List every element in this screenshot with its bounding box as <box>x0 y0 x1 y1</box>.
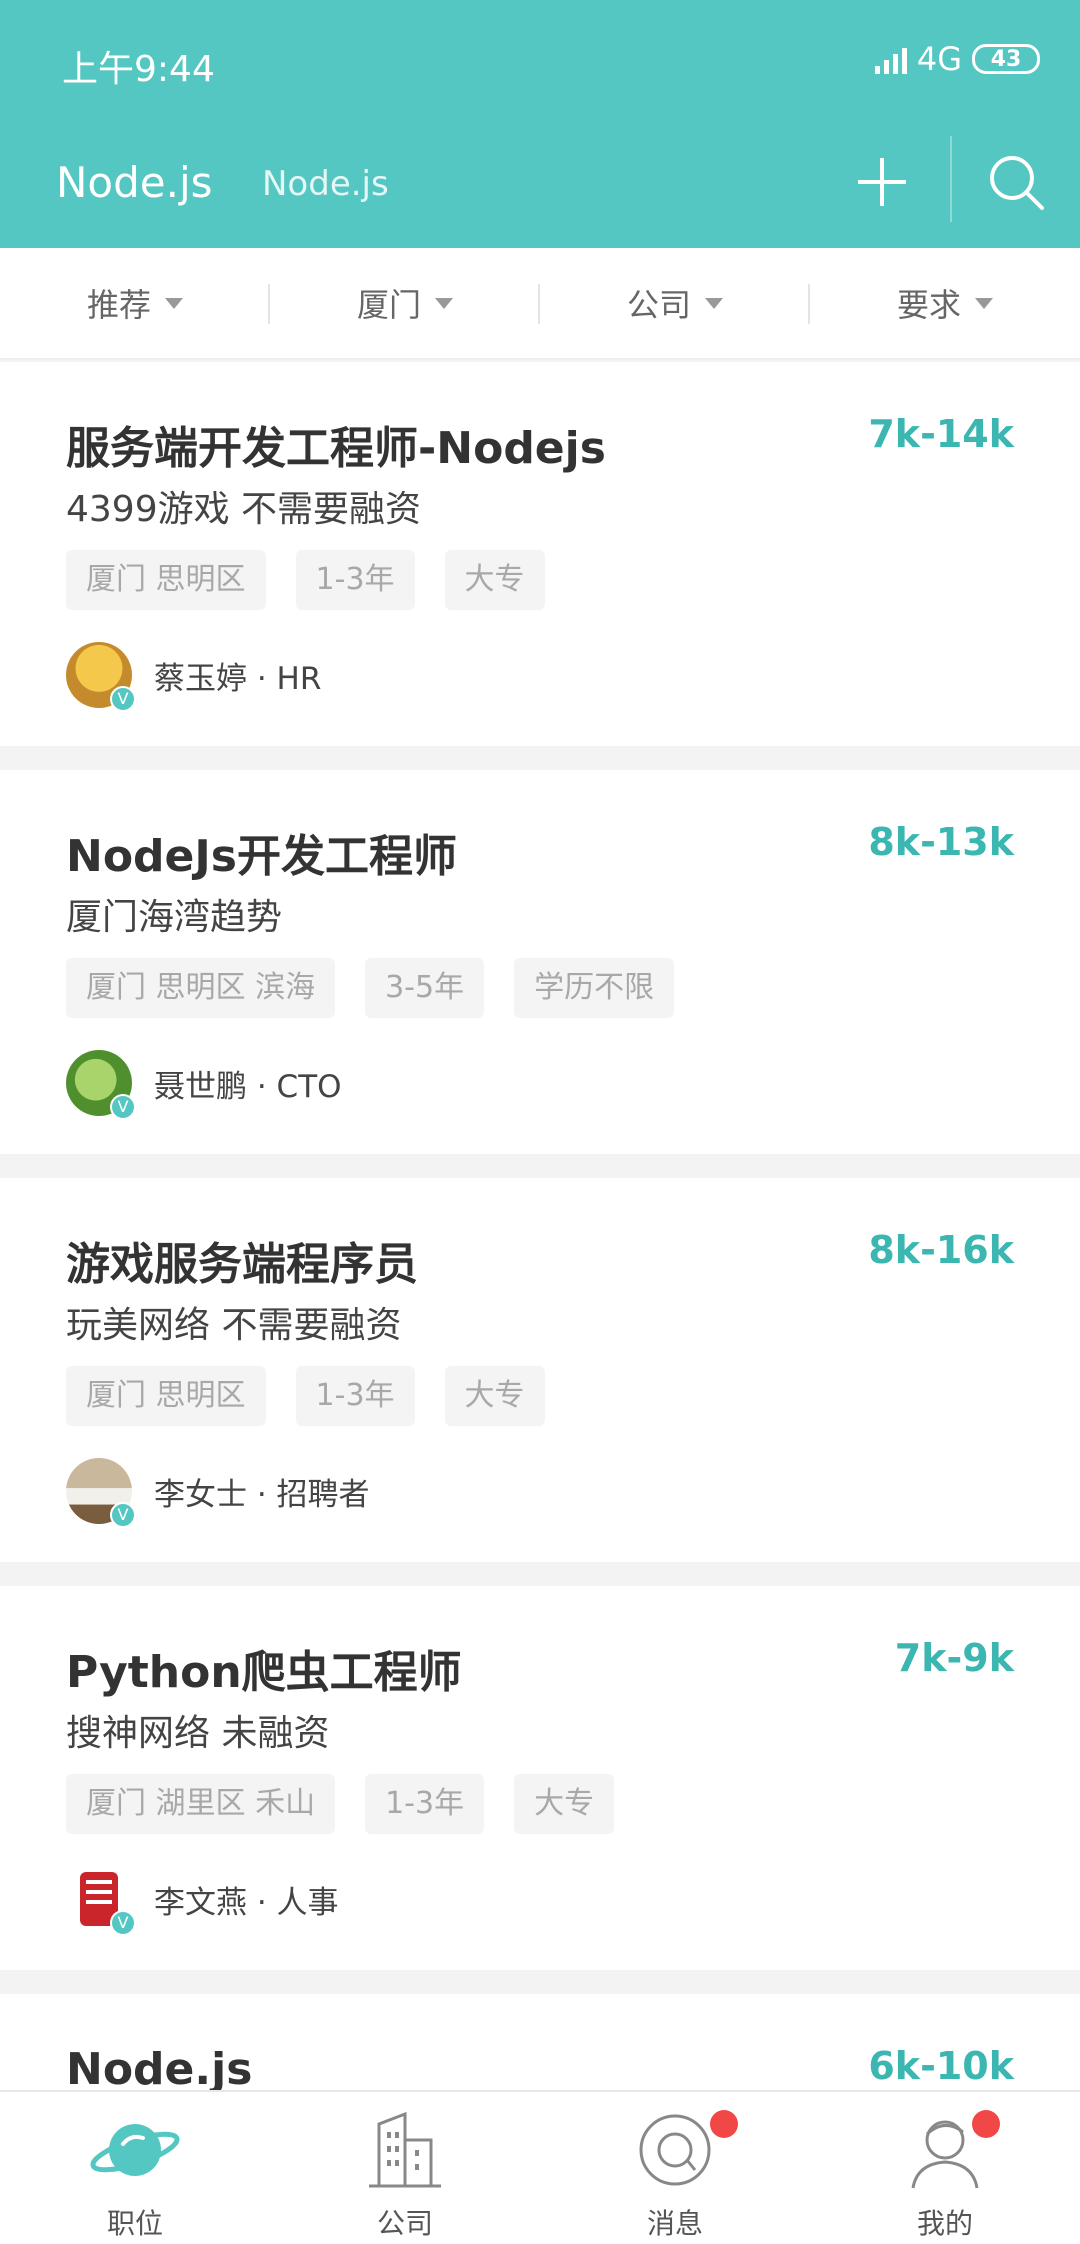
nav-messages[interactable]: 消息 <box>540 2092 810 2244</box>
caret-down-icon <box>165 297 183 309</box>
job-tags: 厦门 思明区 1-3年 大专 <box>66 1366 545 1426</box>
recruiter: V 蔡玉婷 · HR <box>66 642 322 712</box>
avatar: V <box>66 1458 136 1528</box>
status-bar-right: 4G 43 <box>874 40 1040 78</box>
recruiter-name: 李女士 · 招聘者 <box>154 1476 370 1513</box>
search-icon[interactable] <box>984 150 1048 214</box>
chat-icon <box>639 2114 711 2186</box>
app-header: 上午9:44 4G 43 Node.js Node.js <box>0 0 1080 248</box>
tag-education: 大专 <box>444 1366 545 1426</box>
nav-profile[interactable]: 我的 <box>810 2092 1080 2244</box>
tag-experience: 1-3年 <box>295 1366 415 1426</box>
company-info: 玩美网络 不需要融资 <box>66 1305 402 1346</box>
title-row: Node.js Node.js <box>0 136 1080 230</box>
job-card[interactable]: NodeJs开发工程师 8k-13k 厦门海湾趋势 厦门 思明区 滨海 3-5年… <box>0 770 1080 1154</box>
battery-level: 43 <box>990 46 1022 72</box>
job-title: 游戏服务端程序员 <box>66 1239 418 1290</box>
bottom-nav: 职位 公司 消息 我的 <box>0 2090 1080 2244</box>
job-card[interactable]: Node.js 6k-10k <box>0 1994 1080 2090</box>
job-tags: 厦门 思明区 滨海 3-5年 学历不限 <box>66 958 675 1018</box>
tag-location: 厦门 思明区 <box>66 1366 266 1426</box>
nav-label: 消息 <box>646 2207 703 2240</box>
notification-badge <box>972 2110 1000 2138</box>
tag-experience: 1-3年 <box>295 550 415 610</box>
filter-company[interactable]: 公司 <box>540 248 810 358</box>
avatar: V <box>66 1050 136 1120</box>
tag-location: 厦门 思明区 滨海 <box>66 958 336 1018</box>
battery-icon: 43 <box>972 44 1040 74</box>
caret-down-icon <box>705 297 723 309</box>
notification-badge <box>710 2110 738 2138</box>
tag-location: 厦门 湖里区 禾山 <box>66 1774 336 1834</box>
filter-recommend[interactable]: 推荐 <box>0 248 270 358</box>
filter-requirements[interactable]: 要求 <box>810 248 1080 358</box>
add-icon[interactable] <box>850 150 914 214</box>
tag-education: 学历不限 <box>514 958 675 1018</box>
tag-education: 大专 <box>514 1774 615 1834</box>
page-subtitle[interactable]: Node.js <box>262 164 389 204</box>
job-salary: 8k-13k <box>868 820 1014 864</box>
caret-down-icon <box>975 297 993 309</box>
company-info: 4399游戏 不需要融资 <box>66 489 422 530</box>
recruiter: V 李女士 · 招聘者 <box>66 1458 370 1528</box>
job-salary: 7k-9k <box>894 1636 1014 1680</box>
caret-down-icon <box>435 297 453 309</box>
job-title: NodeJs开发工程师 <box>66 831 457 882</box>
avatar: V <box>66 1866 136 1936</box>
job-salary: 6k-10k <box>868 2044 1014 2088</box>
nav-company[interactable]: 公司 <box>270 2092 540 2244</box>
filter-bar: 推荐 厦门 公司 要求 <box>0 248 1080 360</box>
status-time: 上午9:44 <box>62 49 215 90</box>
filter-city[interactable]: 厦门 <box>270 248 540 358</box>
company-info: 厦门海湾趋势 <box>66 897 283 938</box>
recruiter-name: 李文燕 · 人事 <box>154 1884 339 1921</box>
verified-icon: V <box>110 686 136 712</box>
nav-label: 职位 <box>106 2207 163 2240</box>
verified-icon: V <box>110 1910 136 1936</box>
job-card[interactable]: Python爬虫工程师 7k-9k 搜神网络 未融资 厦门 湖里区 禾山 1-3… <box>0 1586 1080 1970</box>
recruiter: V 聂世鹏 · CTO <box>66 1050 342 1120</box>
job-card[interactable]: 游戏服务端程序员 8k-16k 玩美网络 不需要融资 厦门 思明区 1-3年 大… <box>0 1178 1080 1562</box>
building-icon <box>369 2111 441 2188</box>
job-tags: 厦门 思明区 1-3年 大专 <box>66 550 545 610</box>
job-title: Node.js <box>66 2044 253 2090</box>
avatar: V <box>66 642 136 712</box>
page-title[interactable]: Node.js <box>56 158 213 207</box>
job-title: 服务端开发工程师-Nodejs <box>66 423 606 474</box>
recruiter: V 李文燕 · 人事 <box>66 1866 339 1936</box>
network-type: 4G <box>916 40 962 78</box>
recruiter-name: 聂世鹏 · CTO <box>154 1068 342 1105</box>
job-tags: 厦门 湖里区 禾山 1-3年 大专 <box>66 1774 615 1834</box>
job-title: Python爬虫工程师 <box>66 1647 462 1698</box>
verified-icon: V <box>110 1094 136 1120</box>
nav-jobs[interactable]: 职位 <box>0 2092 270 2244</box>
tag-experience: 3-5年 <box>365 958 485 1018</box>
job-card[interactable]: 服务端开发工程师-Nodejs 7k-14k 4399游戏 不需要融资 厦门 思… <box>0 362 1080 746</box>
signal-icon <box>874 44 907 74</box>
nav-label: 我的 <box>916 2207 973 2240</box>
recruiter-name: 蔡玉婷 · HR <box>154 660 322 697</box>
tag-education: 大专 <box>444 550 545 610</box>
job-salary: 7k-14k <box>868 412 1014 456</box>
header-divider <box>950 136 952 222</box>
company-info: 搜神网络 未融资 <box>66 1713 330 1754</box>
planet-icon <box>90 2124 180 2176</box>
nav-label: 公司 <box>376 2207 433 2240</box>
tag-location: 厦门 思明区 <box>66 550 266 610</box>
job-salary: 8k-16k <box>868 1228 1014 1272</box>
tag-experience: 1-3年 <box>365 1774 485 1834</box>
verified-icon: V <box>110 1502 136 1528</box>
